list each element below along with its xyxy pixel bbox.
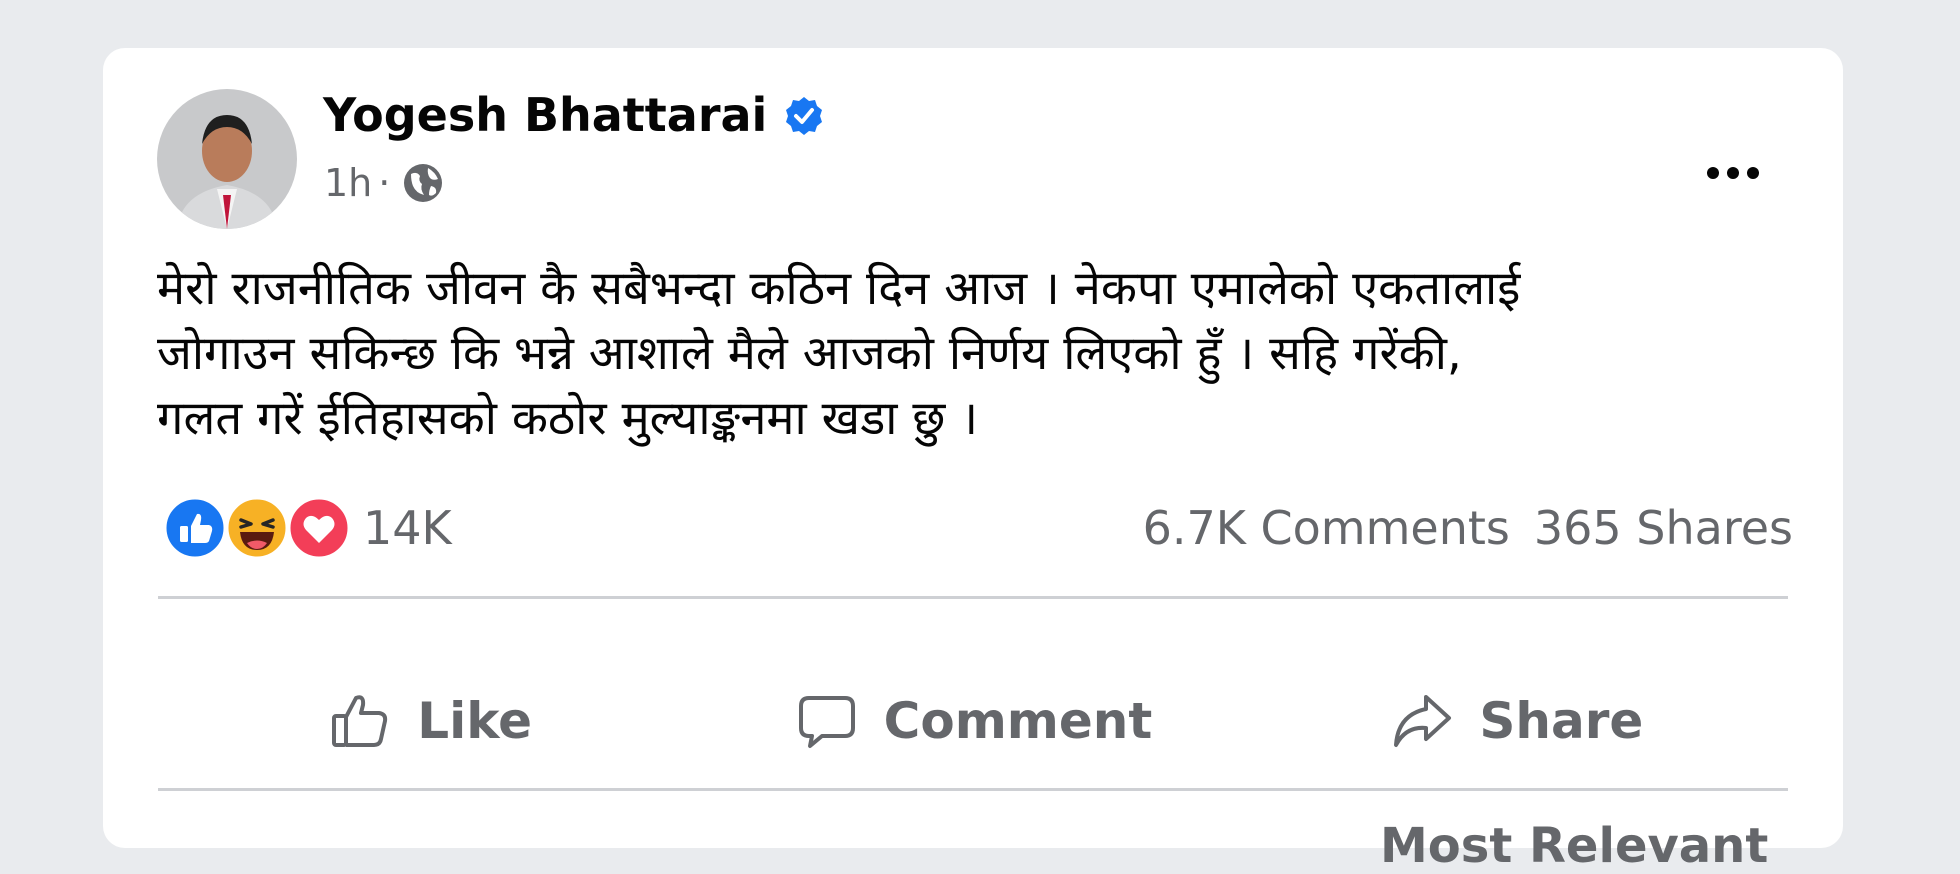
comment-label: Comment: [883, 691, 1153, 750]
like-button[interactable]: Like: [158, 653, 701, 788]
reaction-count[interactable]: 14K: [363, 501, 452, 555]
action-bar: Like Comment Share: [158, 653, 1788, 788]
reactions-row: 14K 6.7K Comments 365 Shares: [163, 488, 1793, 568]
thumbs-up-icon: [327, 688, 393, 754]
comment-button[interactable]: Comment: [701, 653, 1244, 788]
post-time[interactable]: 1h: [324, 161, 372, 205]
author-name[interactable]: Yogesh Bhattarai: [323, 88, 767, 142]
like-label: Like: [417, 691, 533, 750]
author-avatar[interactable]: [157, 89, 297, 229]
globe-icon: [402, 162, 444, 204]
comments-sort-dropdown[interactable]: Most Relevant: [1380, 818, 1768, 874]
post-card: Yogesh Bhattarai 1h · मेरो राजनीतिक जीवन…: [103, 48, 1843, 874]
reaction-icons[interactable]: [163, 493, 353, 563]
verified-badge-icon: [783, 94, 825, 136]
love-reaction-icon: [287, 496, 351, 560]
comments-count[interactable]: 6.7K Comments: [1143, 501, 1510, 555]
more-options-button[interactable]: [1703, 148, 1763, 198]
divider-top: [158, 596, 1788, 599]
post-text: मेरो राजनीतिक जीवन कै सबैभन्दा कठिन दिन …: [157, 261, 1521, 446]
author-name-row: Yogesh Bhattarai: [323, 88, 825, 142]
share-label: Share: [1479, 691, 1644, 750]
share-arrow-icon: [1389, 688, 1455, 754]
haha-reaction-icon: [225, 496, 289, 560]
engagement-stats: 6.7K Comments 365 Shares: [1143, 501, 1793, 555]
meta-separator: ·: [378, 161, 391, 205]
like-reaction-icon: [163, 496, 227, 560]
shares-count[interactable]: 365 Shares: [1534, 501, 1793, 555]
share-button[interactable]: Share: [1245, 653, 1788, 788]
divider-bottom: [158, 788, 1788, 791]
comment-icon: [794, 688, 860, 754]
post-meta: 1h ·: [324, 161, 444, 205]
